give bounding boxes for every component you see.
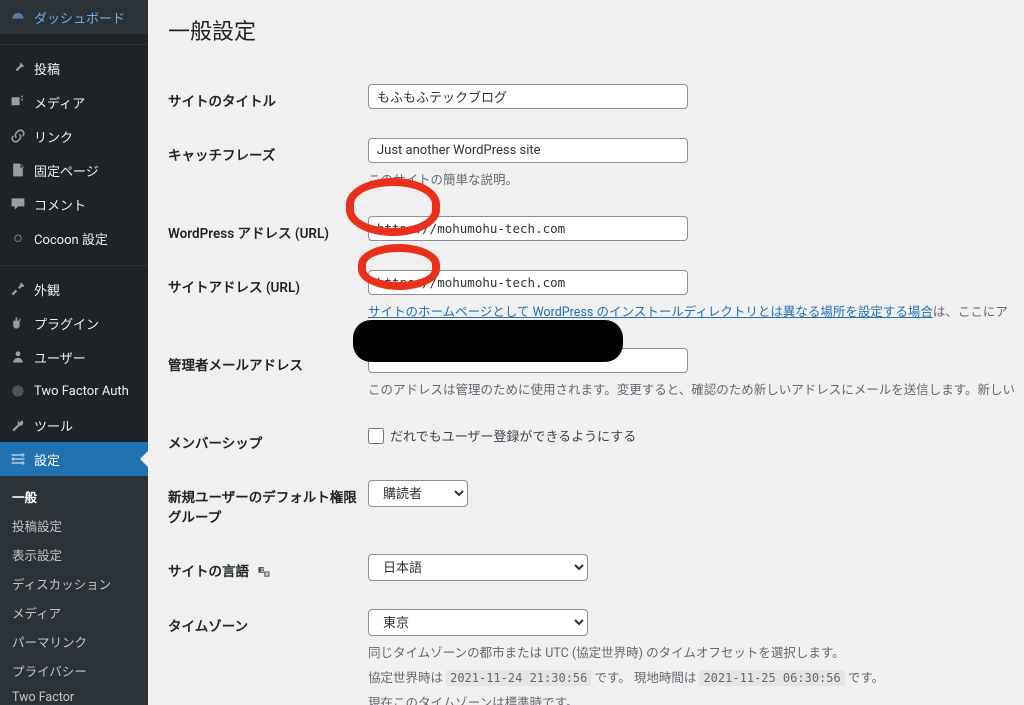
- site-address-description: サイトのホームページとして WordPress のインストールディレクトリとは異…: [368, 301, 1024, 320]
- tagline-description: このサイトの簡単な説明。: [368, 169, 1024, 188]
- label-default-role: 新規ユーザーのデフォルト権限グループ: [168, 480, 368, 526]
- menu-label: ダッシュボード: [34, 8, 125, 27]
- default-role-select[interactable]: 購読者: [368, 480, 468, 507]
- site-address-help-link[interactable]: サイトのホームページとして WordPress のインストールディレクトリとは異…: [368, 305, 933, 320]
- sidebar-item-media[interactable]: メディア: [0, 85, 148, 119]
- submenu-discussion[interactable]: ディスカッション: [0, 569, 148, 598]
- utc-time: 2021-11-24 21:30:56: [446, 670, 591, 686]
- tools-icon: [8, 415, 28, 435]
- label-site-address: サイトアドレス (URL): [168, 270, 368, 296]
- redaction-email: [353, 320, 623, 362]
- sidebar-item-twofactor[interactable]: Two Factor Auth: [0, 374, 148, 408]
- page-title: 一般設定: [168, 14, 1024, 46]
- menu-label: プラグイン: [34, 314, 99, 333]
- local-time: 2021-11-25 06:30:56: [699, 670, 844, 686]
- pin-icon: [8, 58, 28, 78]
- timezone-select[interactable]: 東京: [368, 609, 588, 636]
- sidebar-item-dashboard[interactable]: ダッシュボード: [0, 0, 148, 34]
- label-site-title: サイトのタイトル: [168, 84, 368, 110]
- sidebar-item-settings[interactable]: 設定: [0, 442, 148, 476]
- link-icon: [8, 126, 28, 146]
- translate-icon: 文A: [256, 565, 272, 579]
- menu-label: Two Factor Auth: [34, 384, 129, 399]
- shield-icon: [8, 381, 28, 401]
- submenu-general[interactable]: 一般: [0, 482, 148, 511]
- menu-label: 設定: [34, 450, 60, 469]
- sidebar-item-appearance[interactable]: 外観: [0, 272, 148, 306]
- svg-text:A: A: [266, 573, 269, 578]
- wp-address-input[interactable]: [368, 216, 688, 241]
- settings-submenu: 一般 投稿設定 表示設定 ディスカッション メディア パーマリンク プライバシー…: [0, 476, 148, 705]
- membership-checkbox-label[interactable]: だれでもユーザー登録ができるようにする: [368, 426, 1024, 445]
- menu-label: コメント: [34, 195, 86, 214]
- label-membership: メンバーシップ: [168, 426, 368, 452]
- settings-icon: [8, 449, 28, 469]
- label-wp-address: WordPress アドレス (URL): [168, 216, 368, 242]
- appearance-icon: [8, 279, 28, 299]
- label-admin-email: 管理者メールアドレス: [168, 348, 368, 374]
- page-icon: [8, 160, 28, 180]
- menu-label: 外観: [34, 280, 60, 299]
- membership-checkbox-text: だれでもユーザー登録ができるようにする: [390, 426, 636, 445]
- sidebar-item-tools[interactable]: ツール: [0, 408, 148, 442]
- submenu-2fa[interactable]: Two Factor Authentication: [0, 685, 148, 705]
- plugin-icon: [8, 313, 28, 333]
- submenu-permalink[interactable]: パーマリンク: [0, 627, 148, 656]
- submenu-privacy[interactable]: プライバシー: [0, 656, 148, 685]
- submenu-writing[interactable]: 投稿設定: [0, 511, 148, 540]
- media-icon: [8, 92, 28, 112]
- menu-label: メディア: [34, 93, 85, 112]
- label-tagline: キャッチフレーズ: [168, 138, 368, 164]
- site-title-input[interactable]: [368, 84, 688, 109]
- site-lang-select[interactable]: 日本語: [368, 554, 588, 581]
- cocoon-icon: ○: [8, 228, 28, 248]
- users-icon: [8, 347, 28, 367]
- membership-checkbox[interactable]: [368, 428, 384, 444]
- site-address-input[interactable]: [368, 270, 688, 295]
- menu-label: リンク: [34, 127, 73, 146]
- admin-sidebar: ダッシュボード 投稿 メディア リンク 固定ページ コメント ○ Cocoon …: [0, 0, 148, 705]
- main-content: 一般設定 サイトのタイトル キャッチフレーズ このサイトの簡単な説明。 Word…: [148, 0, 1024, 705]
- menu-label: ツール: [34, 416, 73, 435]
- sidebar-item-posts[interactable]: 投稿: [0, 51, 148, 85]
- label-timezone: タイムゾーン: [168, 609, 368, 635]
- menu-label: 投稿: [34, 59, 60, 78]
- dashboard-icon: [8, 7, 28, 27]
- timezone-description-3: 現在このタイムゾーンは標準時です。: [368, 692, 1024, 705]
- sidebar-item-pages[interactable]: 固定ページ: [0, 153, 148, 187]
- menu-label: ユーザー: [34, 348, 86, 367]
- sidebar-item-comments[interactable]: コメント: [0, 187, 148, 221]
- sidebar-item-plugins[interactable]: プラグイン: [0, 306, 148, 340]
- sidebar-item-links[interactable]: リンク: [0, 119, 148, 153]
- timezone-description-1: 同じタイムゾーンの都市または UTC (協定世界時) のタイムオフセットを選択し…: [368, 642, 1024, 661]
- sidebar-item-users[interactable]: ユーザー: [0, 340, 148, 374]
- timezone-description-2: 協定世界時は 2021-11-24 21:30:56 です。 現地時間は 202…: [368, 667, 1024, 686]
- comment-icon: [8, 194, 28, 214]
- tagline-input[interactable]: [368, 138, 688, 163]
- menu-label: 固定ページ: [34, 161, 99, 180]
- label-site-lang: サイトの言語 文A: [168, 554, 368, 580]
- sidebar-item-cocoon[interactable]: ○ Cocoon 設定: [0, 221, 148, 255]
- submenu-reading[interactable]: 表示設定: [0, 540, 148, 569]
- submenu-media[interactable]: メディア: [0, 598, 148, 627]
- menu-label: Cocoon 設定: [34, 229, 108, 248]
- admin-email-description: このアドレスは管理のために使用されます。変更すると、確認のため新しいアドレスにメ…: [368, 379, 1024, 398]
